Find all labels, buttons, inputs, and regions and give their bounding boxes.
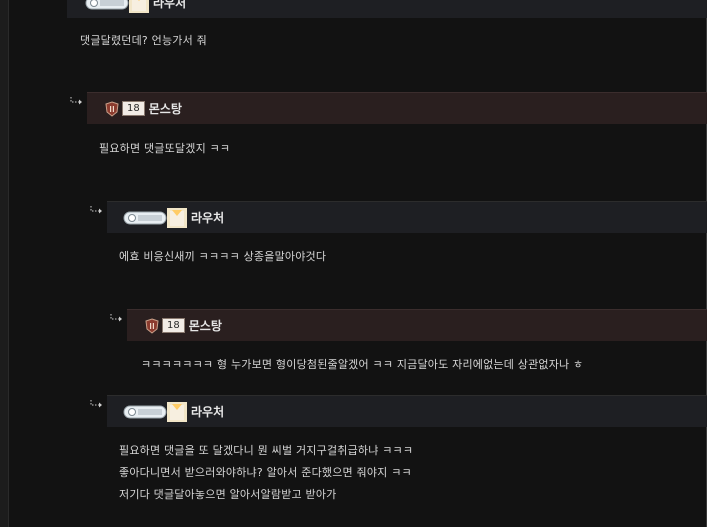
comment-body: 필요하면 댓글또달겠지 ㅋㅋ [99,142,231,155]
profile-image-icon[interactable] [129,0,149,13]
username[interactable]: 라우처 [153,0,186,11]
comment-header: 18 몬스탕 [127,309,707,341]
comment-body: ㅋㅋㅋㅋㅋㅋㅋ 형 누가보면 형이당첨된줄알겠어 ㅋㅋ 지금달아도 자리에없는데… [141,358,584,371]
comment-header: 라우처 [107,201,707,233]
comment-body-line: 좋아다니면서 받으러와야하냐? 알아서 준다했으면 줘야지 ㅋㅋ [119,466,412,479]
grade-badge-icon [123,405,167,418]
comment-header: 라우처 [107,395,707,427]
grade-badge-icon [123,211,167,224]
comment-thread: 라우처 댓글달렸던데? 언능가서 줘 18 몬스탕 필요하면 댓글또달겠지 ㅋㅋ [0,0,707,527]
username[interactable]: 몬스탕 [149,100,182,117]
user-badge [85,0,149,13]
user-badge: 18 [104,99,145,119]
reply-arrow-icon [110,314,122,322]
user-badge [123,207,187,228]
comment-body-line: 필요하면 댓글을 또 달겠다니 뭔 씨벌 거지구걸취급하냐 ㅋㅋㅋ [119,444,414,457]
user-level: 18 [122,101,145,116]
user-badge: 18 [144,316,185,336]
left-divider [8,0,9,527]
reply-arrow-icon [70,97,82,105]
comment-body-line: 저기다 댓글달아놓으면 알아서알람받고 받아가 [119,488,337,501]
user-level: 18 [162,318,185,333]
profile-image-icon[interactable] [167,401,187,422]
grade-badge-icon [85,0,129,9]
username[interactable]: 라우처 [191,209,224,226]
shield-icon [105,100,119,117]
comment-body: 에효 비응신새끼 ㅋㅋㅋㅋ 상종을말아야것다 [119,250,327,263]
user-badge [123,401,187,422]
left-scroll-strip [0,0,8,527]
shield-icon [145,317,159,334]
comment-header: 18 몬스탕 [87,92,707,124]
reply-arrow-icon [90,400,102,408]
reply-arrow-icon [90,206,102,214]
profile-image-icon[interactable] [167,207,187,228]
comment-body: 댓글달렸던데? 언능가서 줘 [80,34,207,47]
username[interactable]: 라우처 [191,403,224,420]
comment-header: 라우처 [67,0,707,18]
username[interactable]: 몬스탕 [189,317,222,334]
